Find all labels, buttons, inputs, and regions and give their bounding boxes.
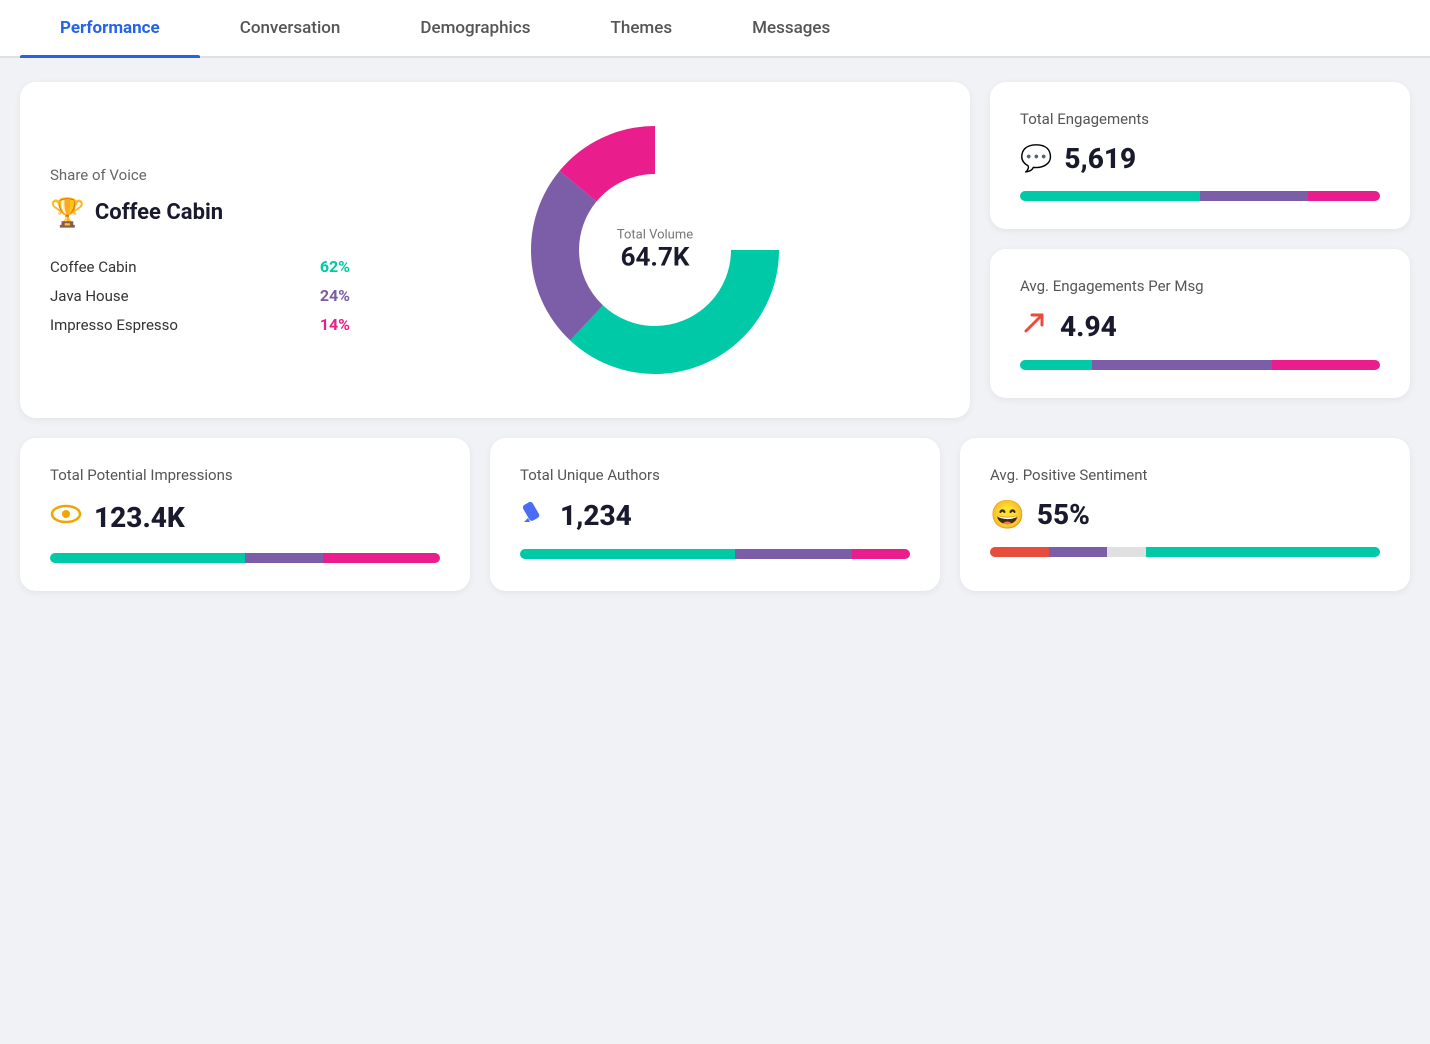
avg-sentiment-card: Avg. Positive Sentiment 😄 55% — [960, 438, 1410, 591]
avg-sentiment-value: 55% — [1037, 498, 1090, 531]
tab-performance[interactable]: Performance — [20, 0, 200, 56]
sov-item-pct-impresso: 14% — [320, 315, 350, 334]
sov-item-coffee-cabin: Coffee Cabin 62% — [50, 257, 350, 276]
avg-engagements-row: 4.94 — [1020, 309, 1380, 344]
sov-left-panel: Share of Voice 🏆 Coffee Cabin Coffee Cab… — [50, 166, 350, 334]
total-engagements-card: Total Engagements 💬 5,619 — [990, 82, 1410, 229]
progress-segment-purple — [1200, 191, 1308, 201]
tab-conversation[interactable]: Conversation — [200, 0, 381, 56]
progress-segment-teal — [1020, 360, 1092, 370]
total-engagements-title: Total Engagements — [1020, 110, 1380, 128]
chat-bubble-icon: 💬 — [1020, 144, 1052, 174]
donut-total-value: 64.7K — [617, 243, 693, 273]
progress-segment-purple — [1092, 360, 1272, 370]
avg-sentiment-title: Avg. Positive Sentiment — [990, 466, 1380, 484]
right-column: Total Engagements 💬 5,619 Avg. Engagemen… — [990, 82, 1410, 418]
progress-segment-pink — [852, 549, 911, 559]
sentiment-segment-red — [990, 547, 1049, 557]
sov-item-label-java-house: Java House — [50, 287, 129, 305]
donut-total-label: Total Volume — [617, 228, 693, 243]
tab-demographics[interactable]: Demographics — [380, 0, 570, 56]
sov-item-pct-java-house: 24% — [320, 286, 350, 305]
top-row: Share of Voice 🏆 Coffee Cabin Coffee Cab… — [20, 82, 1410, 418]
arrow-up-right-icon — [1020, 309, 1048, 344]
sov-item-label-coffee-cabin: Coffee Cabin — [50, 258, 136, 276]
sov-item-pct-coffee-cabin: 62% — [320, 257, 350, 276]
total-impressions-card: Total Potential Impressions 123.4K — [20, 438, 470, 591]
donut-center-label: Total Volume 64.7K — [617, 228, 693, 273]
share-of-voice-card: Share of Voice 🏆 Coffee Cabin Coffee Cab… — [20, 82, 970, 418]
unique-authors-value: 1,234 — [560, 499, 632, 532]
tab-themes[interactable]: Themes — [571, 0, 713, 56]
avg-engagements-title: Avg. Engagements Per Msg — [1020, 277, 1380, 295]
sentiment-segment-purple — [1049, 547, 1108, 557]
bottom-row: Total Potential Impressions 123.4K Total… — [20, 438, 1410, 591]
progress-segment-pink — [323, 553, 440, 563]
sov-item-java-house: Java House 24% — [50, 286, 350, 305]
sov-brand-name: Coffee Cabin — [95, 200, 223, 225]
total-impressions-progress — [50, 553, 440, 563]
progress-segment-purple — [245, 553, 323, 563]
progress-segment-teal — [1020, 191, 1200, 201]
avg-engagements-value: 4.94 — [1060, 310, 1117, 343]
donut-chart-container: Total Volume 64.7K — [370, 110, 940, 390]
arrow-svg — [1020, 309, 1048, 337]
tab-messages[interactable]: Messages — [712, 0, 870, 56]
unique-authors-progress — [520, 549, 910, 559]
unique-authors-title: Total Unique Authors — [520, 466, 910, 484]
trophy-icon: 🏆 — [50, 196, 85, 229]
progress-segment-teal — [50, 553, 245, 563]
total-engagements-value: 5,619 — [1064, 142, 1136, 175]
sov-item-label-impresso: Impresso Espresso — [50, 316, 178, 334]
donut-chart: Total Volume 64.7K — [515, 110, 795, 390]
unique-authors-card: Total Unique Authors 1,234 — [490, 438, 940, 591]
navigation-tabs: Performance Conversation Demographics Th… — [0, 0, 1430, 58]
main-content: Share of Voice 🏆 Coffee Cabin Coffee Cab… — [0, 58, 1430, 615]
smiley-icon: 😄 — [990, 498, 1025, 531]
avg-engagements-progress — [1020, 360, 1380, 370]
eye-svg — [50, 498, 82, 530]
total-engagements-row: 💬 5,619 — [1020, 142, 1380, 175]
pencil-svg — [520, 498, 548, 526]
avg-engagements-card: Avg. Engagements Per Msg 4.94 — [990, 249, 1410, 398]
sentiment-segment-teal — [1146, 547, 1380, 557]
sentiment-segment-gray — [1107, 547, 1146, 557]
progress-segment-purple — [735, 549, 852, 559]
unique-authors-row: 1,234 — [520, 498, 910, 533]
avg-sentiment-row: 😄 55% — [990, 498, 1380, 531]
total-engagements-progress — [1020, 191, 1380, 201]
total-impressions-title: Total Potential Impressions — [50, 466, 440, 484]
sov-brand-row: 🏆 Coffee Cabin — [50, 196, 350, 229]
sov-item-impresso: Impresso Espresso 14% — [50, 315, 350, 334]
sov-title: Share of Voice — [50, 166, 350, 184]
total-impressions-row: 123.4K — [50, 498, 440, 537]
pencil-icon — [520, 498, 548, 533]
eye-icon — [50, 498, 82, 537]
avg-sentiment-progress — [990, 547, 1380, 557]
progress-segment-pink — [1308, 191, 1380, 201]
progress-segment-teal — [520, 549, 735, 559]
total-impressions-value: 123.4K — [94, 501, 185, 534]
sov-items-list: Coffee Cabin 62% Java House 24% Impresso… — [50, 257, 350, 334]
progress-segment-pink — [1272, 360, 1380, 370]
